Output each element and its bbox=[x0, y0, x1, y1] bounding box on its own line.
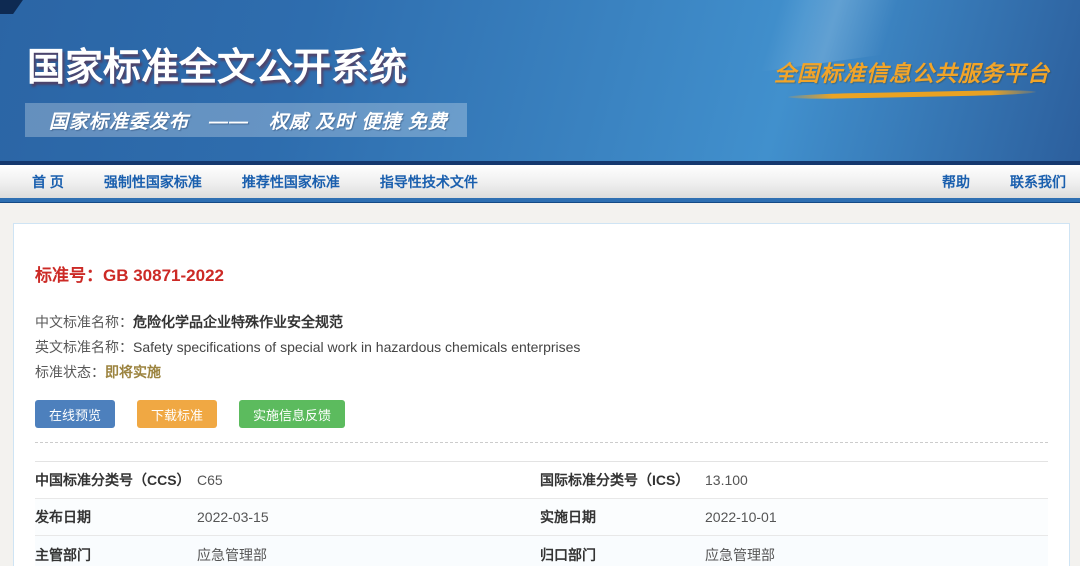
site-header: 国家标准全文公开系统 国家标准委发布 —— 权威 及时 便捷 免费 全国标准信息… bbox=[0, 0, 1080, 161]
cn-name-value: 危险化学品企业特殊作业安全规范 bbox=[133, 314, 343, 330]
cn-name-row: 中文标准名称：危险化学品企业特殊作业安全规范 bbox=[35, 310, 1048, 335]
ics-value: 13.100 bbox=[705, 472, 1048, 488]
platform-logo[interactable]: 全国标准信息公共服务平台 bbox=[772, 56, 1052, 97]
cn-name-label: 中文标准名称： bbox=[35, 314, 133, 330]
nav-left-group: 首 页 强制性国家标准 推荐性国家标准 指导性技术文件 bbox=[32, 172, 518, 192]
action-button-row: 在线预览 下载标准 实施信息反馈 bbox=[35, 400, 1048, 428]
page-body: 标准号：GB 30871-2022 中文标准名称：危险化学品企业特殊作业安全规范… bbox=[0, 203, 1080, 566]
platform-name: 全国标准信息公共服务平台 bbox=[772, 56, 1052, 88]
publish-date-label: 发布日期 bbox=[35, 507, 197, 527]
nav-item-recommended-standards[interactable]: 推荐性国家标准 bbox=[242, 172, 340, 192]
site-title: 国家标准全文公开系统 bbox=[27, 36, 407, 91]
download-standard-button[interactable]: 下载标准 bbox=[137, 400, 217, 428]
en-name-label: 英文标准名称： bbox=[35, 339, 133, 355]
standard-meta-block: 中文标准名称：危险化学品企业特殊作业安全规范 英文标准名称：Safety spe… bbox=[35, 310, 1048, 385]
online-preview-button[interactable]: 在线预览 bbox=[35, 400, 115, 428]
centralized-dept-label: 归口部门 bbox=[540, 545, 705, 565]
ccs-label: 中国标准分类号（CCS） bbox=[35, 470, 197, 490]
nav-item-mandatory-standards[interactable]: 强制性国家标准 bbox=[104, 172, 202, 192]
header-corner-decoration bbox=[0, 0, 23, 14]
nav-item-contact-us[interactable]: 联系我们 bbox=[1010, 172, 1066, 192]
nav-item-help[interactable]: 帮助 bbox=[942, 172, 970, 192]
competent-dept-label: 主管部门 bbox=[35, 545, 197, 565]
competent-dept-value: 应急管理部 bbox=[197, 545, 540, 565]
standard-detail-table: 中国标准分类号（CCS） C65 国际标准分类号（ICS） 13.100 发布日… bbox=[35, 461, 1048, 566]
table-row: 中国标准分类号（CCS） C65 国际标准分类号（ICS） 13.100 bbox=[35, 462, 1048, 499]
nav-item-guiding-documents[interactable]: 指导性技术文件 bbox=[380, 172, 478, 192]
dashed-separator bbox=[35, 442, 1048, 443]
implementation-feedback-button[interactable]: 实施信息反馈 bbox=[239, 400, 345, 428]
standard-detail-card: 标准号：GB 30871-2022 中文标准名称：危险化学品企业特殊作业安全规范… bbox=[13, 223, 1070, 566]
table-row: 主管部门 应急管理部 归口部门 应急管理部 bbox=[35, 536, 1048, 566]
header-slogan: 国家标准委发布 —— 权威 及时 便捷 免费 bbox=[49, 107, 448, 134]
status-label: 标准状态： bbox=[35, 364, 105, 380]
status-badge: 即将实施 bbox=[105, 364, 161, 380]
implement-date-label: 实施日期 bbox=[540, 507, 705, 527]
publish-date-value: 2022-03-15 bbox=[197, 509, 540, 525]
status-row: 标准状态：即将实施 bbox=[35, 360, 1048, 385]
en-name-value: Safety specifications of special work in… bbox=[133, 339, 580, 355]
nav-right-group: 帮助 联系我们 bbox=[902, 172, 1066, 192]
ccs-value: C65 bbox=[197, 472, 540, 488]
en-name-row: 英文标准名称：Safety specifications of special … bbox=[35, 335, 1048, 360]
main-navbar: 首 页 强制性国家标准 推荐性国家标准 指导性技术文件 帮助 联系我们 bbox=[0, 165, 1080, 198]
standard-number: GB 30871-2022 bbox=[103, 266, 224, 285]
standard-number-line: 标准号：GB 30871-2022 bbox=[35, 261, 1048, 286]
ics-label: 国际标准分类号（ICS） bbox=[540, 470, 705, 490]
centralized-dept-value: 应急管理部 bbox=[705, 545, 1048, 565]
header-slogan-strip: 国家标准委发布 —— 权威 及时 便捷 免费 bbox=[25, 103, 467, 137]
table-row: 发布日期 2022-03-15 实施日期 2022-10-01 bbox=[35, 499, 1048, 536]
platform-underline-stroke bbox=[788, 89, 1036, 99]
standard-number-label: 标准号： bbox=[35, 266, 103, 285]
implement-date-value: 2022-10-01 bbox=[705, 509, 1048, 525]
nav-item-home[interactable]: 首 页 bbox=[32, 172, 64, 192]
